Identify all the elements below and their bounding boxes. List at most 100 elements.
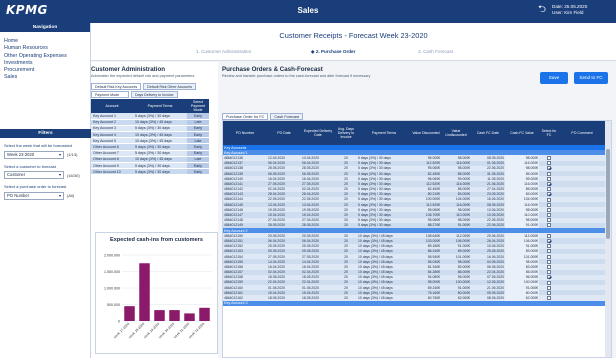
po-col-header: PO Number <box>223 121 267 145</box>
select-for-fc-checkbox[interactable] <box>547 254 551 259</box>
po-col-header: Cash FC Date <box>471 121 505 145</box>
chevron-down-icon: ▾ <box>58 192 61 198</box>
tab-payment-mode[interactable]: Payment Mode <box>91 91 129 98</box>
select-for-fc-checkbox[interactable] <box>547 239 551 244</box>
account-row: Other Account 10 5 days (3%) / 30 days Ear… <box>91 168 209 176</box>
select-for-fc-checkbox[interactable] <box>547 223 551 228</box>
tab-cash-forecast[interactable]: Cash Forecast <box>270 113 304 120</box>
po-grid: PO Number PO Date Expected Delivery Date Av… <box>222 120 612 358</box>
payment-mode-select[interactable]: Early <box>187 168 209 176</box>
select-for-fc-checkbox[interactable] <box>547 296 551 301</box>
chevron-down-icon: ▾ <box>58 151 61 157</box>
customer-select-value: Customer <box>7 172 26 178</box>
select-for-fc-checkbox[interactable] <box>547 166 551 171</box>
tab-purchase-order-for-fc[interactable]: Purchase Order for FC <box>222 113 269 120</box>
y-tick-label: 1.500.000 <box>104 270 120 274</box>
select-for-fc-checkbox[interactable] <box>547 218 551 223</box>
bar[interactable] <box>154 310 165 321</box>
nav-item-human-resources[interactable]: Human Resources <box>4 45 90 52</box>
tab-default-risk-key-accounts[interactable]: Default Risk Key Accounts <box>91 83 142 90</box>
select-for-fc-checkbox[interactable] <box>547 197 551 202</box>
page-title: Customer Receipts - Forecast Week 23-202… <box>279 31 428 40</box>
y-tick-label: 1.000.000 <box>104 286 120 290</box>
po-table: PO Number PO Date Expected Delivery Date Av… <box>223 121 605 306</box>
week-count: (1/13) <box>67 152 78 158</box>
step-customer-administration[interactable]: 1. Customer Administration <box>196 49 251 54</box>
sidebar: Navigation Home Human Resources Other Op… <box>0 23 91 358</box>
tab-days-delivery-to-invoice[interactable]: Days Delivery to Invoice <box>131 91 178 98</box>
select-for-fc-checkbox[interactable] <box>547 213 551 218</box>
tab-default-risk-other-accounts[interactable]: Default Risk Other Accounts <box>143 83 197 90</box>
cash-ins-chart: Expected cash-ins from customers 0 500.00… <box>95 232 218 354</box>
payment-mode-table: Account Payment Terms Select Payment Mod… <box>91 99 209 176</box>
send-to-fc-button[interactable]: Send to FC <box>574 72 608 84</box>
group-account[interactable]: Key Account 3 <box>223 300 605 306</box>
select-for-fc-checkbox[interactable] <box>547 181 551 186</box>
select-for-fc-checkbox[interactable] <box>547 259 551 264</box>
col-payment-terms: Payment Terms <box>133 99 187 113</box>
vertical-scrollbar[interactable] <box>605 121 611 357</box>
customer-administration-panel: Customer Administration Administer the e… <box>91 62 218 358</box>
group-account-label: Key Account 3 <box>223 300 605 306</box>
x-tick-label: week 22-2020 <box>188 322 206 340</box>
select-for-fc-checkbox[interactable] <box>547 176 551 181</box>
customer-select[interactable]: Customer ▾ <box>4 171 64 180</box>
nav-item-sales[interactable]: Sales <box>4 74 90 81</box>
select-for-fc-checkbox[interactable] <box>547 285 551 290</box>
save-button[interactable]: Save <box>540 72 568 84</box>
po-select-value: PO Number <box>7 192 30 198</box>
po-col-header: Payment Terms <box>357 121 411 145</box>
po-col-header: Avg. Days Delivery to Invoice <box>335 121 357 145</box>
y-tick-label: 0 <box>118 319 120 323</box>
week-select[interactable]: Week 23-2020 ▾ <box>4 150 64 159</box>
select-for-fc-checkbox[interactable] <box>547 202 551 207</box>
select-for-fc-checkbox[interactable] <box>547 270 551 275</box>
payment-terms: 5 days (3%) / 30 days <box>133 168 187 176</box>
select-for-fc-checkbox[interactable] <box>547 171 551 176</box>
po-col-header: Value Discounted <box>411 121 441 145</box>
user-label: User: Kim Field <box>552 10 584 15</box>
po-col-header: PO Date <box>267 121 301 145</box>
bar[interactable] <box>169 310 180 321</box>
po-col-header: Cash FC Value <box>505 121 539 145</box>
select-for-fc-checkbox[interactable] <box>547 233 551 238</box>
step-purchase-order-label: 2. Purchase Order <box>315 49 356 54</box>
customer-count: (16/30) <box>67 172 80 178</box>
bar[interactable] <box>184 313 195 321</box>
bar[interactable] <box>139 263 150 321</box>
stepper-bar: Customer Receipts - Forecast Week 23-202… <box>91 23 616 61</box>
select-for-fc-checkbox[interactable] <box>547 290 551 295</box>
select-for-fc-checkbox[interactable] <box>547 192 551 197</box>
select-for-fc-checkbox[interactable] <box>547 244 551 249</box>
po-select[interactable]: PO Number ▾ <box>4 191 64 200</box>
purchase-orders-panel: Purchase Orders & Cash-Forecast Review a… <box>222 62 612 358</box>
bar[interactable] <box>199 307 210 321</box>
session-info: Date: 25.05.2020 User: Kim Field <box>552 4 587 16</box>
scrollbar-thumb[interactable] <box>606 149 610 239</box>
chevron-down-icon: ▾ <box>58 172 61 178</box>
y-tick-label: 2.000.000 <box>104 253 120 257</box>
account-name: Other Account 10 <box>91 168 134 176</box>
po-count: (All) <box>67 193 75 199</box>
nav-item-home[interactable]: Home <box>4 38 90 45</box>
select-for-fc-checkbox[interactable] <box>547 207 551 212</box>
nav-list: Home Human Resources Other Operating Exp… <box>0 32 90 82</box>
cash-ins-bar-chart: 0 500.000 1.000.000 1.500.000 2.000.000 week … <box>104 253 212 340</box>
nav-item-other-operating-expenses[interactable]: Other Operating Expenses <box>4 53 90 60</box>
step-cash-forecast[interactable]: 3. Cash Forecast <box>418 49 453 54</box>
select-for-fc-checkbox[interactable] <box>547 275 551 280</box>
col-select-payment-mode: Select Payment Mode <box>187 99 209 113</box>
nav-item-procurement[interactable]: Procurement <box>4 67 90 74</box>
bar[interactable] <box>124 306 135 321</box>
back-arrow-icon[interactable]: ⮌ <box>538 5 548 15</box>
select-for-fc-checkbox[interactable] <box>547 280 551 285</box>
po-col-header: Expected Delivery Date <box>301 121 335 145</box>
select-for-fc-checkbox[interactable] <box>547 187 551 192</box>
nav-item-investments[interactable]: Investments <box>4 60 90 67</box>
select-for-fc-checkbox[interactable] <box>547 161 551 166</box>
select-for-fc-checkbox[interactable] <box>547 156 551 161</box>
select-for-fc-checkbox[interactable] <box>547 249 551 254</box>
select-for-fc-checkbox[interactable] <box>547 264 551 269</box>
col-account: Account <box>91 99 134 113</box>
step-purchase-order[interactable]: ◆ 2. Purchase Order <box>311 49 355 55</box>
